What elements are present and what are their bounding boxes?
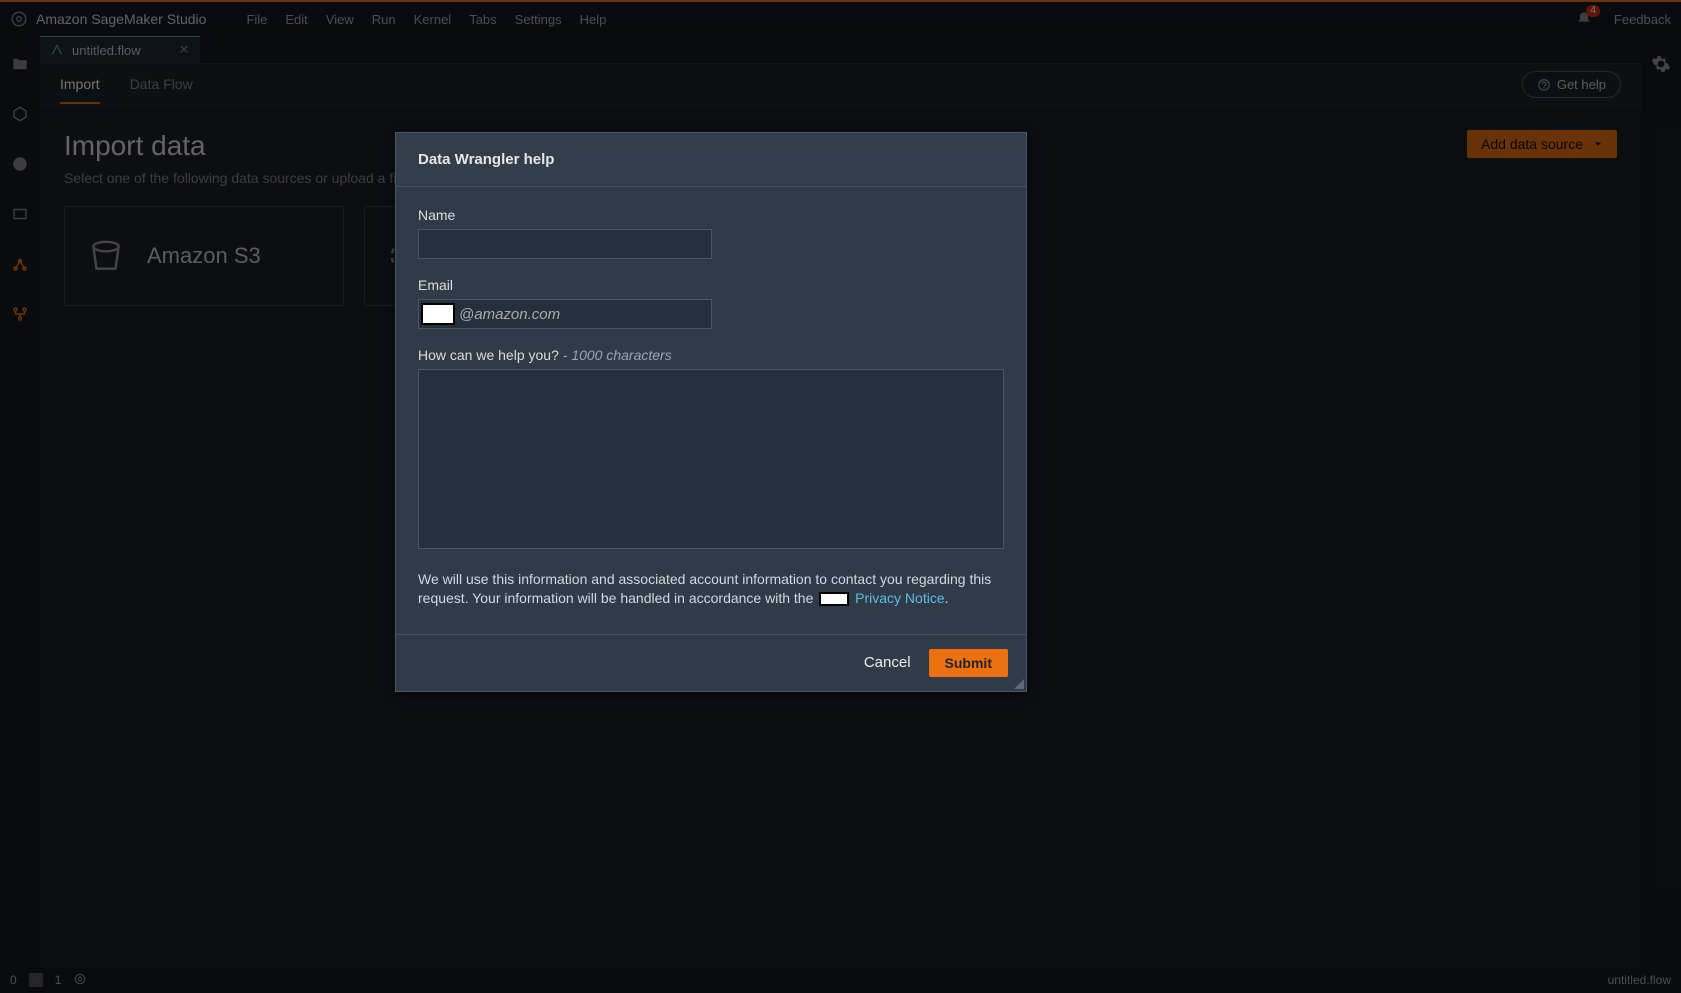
help-question-label: How can we help you? - 1000 characters [418, 347, 1004, 363]
help-textarea[interactable] [418, 369, 1004, 549]
modal-footer: Cancel Submit [396, 634, 1026, 691]
email-input[interactable]: @amazon.com [418, 299, 712, 329]
name-label: Name [418, 207, 1004, 223]
email-domain: @amazon.com [459, 306, 560, 323]
help-question-text: How can we help you? [418, 347, 559, 363]
privacy-notice-link[interactable]: Privacy Notice [855, 590, 944, 606]
email-masked-user [421, 303, 455, 325]
cancel-button[interactable]: Cancel [864, 654, 911, 671]
privacy-masked-word [819, 592, 849, 606]
email-label: Email [418, 277, 1004, 293]
modal-title: Data Wrangler help [396, 133, 1026, 187]
help-modal: Data Wrangler help Name Email @amazon.co… [395, 132, 1027, 692]
name-input[interactable] [418, 229, 712, 259]
help-question-hint: - 1000 characters [559, 347, 672, 363]
privacy-text: We will use this information and associa… [418, 570, 1004, 608]
submit-button[interactable]: Submit [929, 649, 1008, 677]
resize-handle-icon[interactable] [1014, 679, 1024, 689]
privacy-post: . [945, 590, 949, 606]
